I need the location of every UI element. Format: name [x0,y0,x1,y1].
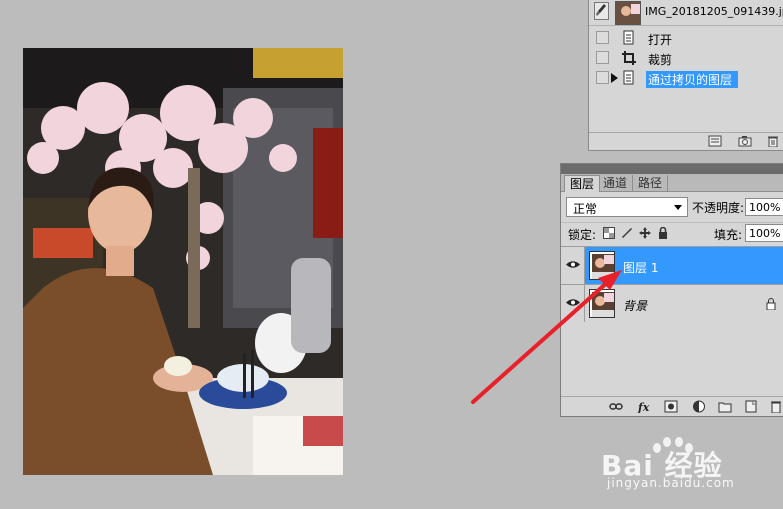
camera-snapshot-icon[interactable] [738,135,752,147]
history-brush-icon [596,4,606,16]
blend-mode-value: 正常 [573,202,598,216]
baidu-watermark-logo: Bai 经验 jingyan.baidu.com [595,424,783,504]
layers-tabbar: 图层 通道 路径 [561,174,783,192]
tab-layers[interactable]: 图层 [564,175,601,192]
document-icon [623,30,634,45]
tab-paths[interactable]: 路径 [633,175,669,192]
adjustment-layer-icon[interactable] [692,400,706,413]
panel-title-bar[interactable] [561,164,783,174]
layer-row-background[interactable]: 背景 [561,284,783,322]
layers-footer: fx [561,396,783,416]
history-item-label: 打开 [648,33,673,47]
history-item-label: 裁剪 [648,53,673,67]
link-layers-icon[interactable] [609,400,623,413]
history-item-open[interactable]: 打开 [589,29,783,48]
lock-transparency-icon[interactable] [603,227,615,239]
layer-row-layer1[interactable]: 图层 1 [561,246,783,284]
tab-channels[interactable]: 通道 [598,175,634,192]
svg-text:fx: fx [637,401,650,413]
history-brush-checkbox[interactable] [596,51,609,64]
watermark-url: jingyan.baidu.com [607,476,735,490]
new-group-folder-icon[interactable] [718,400,732,413]
history-item-label: 通过拷贝的图层 [646,71,739,88]
lock-label: 锁定: [568,228,597,242]
layer-name[interactable]: 背景 [623,297,647,314]
layer-effects-fx-icon[interactable]: fx [637,400,651,413]
layers-panel: 图层 通道 路径 正常 不透明度: 100% 锁定: 填充: 100% 图层 1… [560,163,783,417]
lock-pixels-brush-icon[interactable] [621,227,633,239]
history-panel: IMG_20181205_091439.jpg 打开 裁剪 通过拷贝的图层 [588,0,783,151]
eye-icon [566,261,580,268]
opacity-label: 不透明度: [692,201,745,215]
visibility-toggle[interactable] [561,247,585,284]
history-brush-checkbox[interactable] [596,31,609,44]
history-brush-checkbox[interactable] [596,71,609,84]
new-document-from-state-icon[interactable] [708,135,722,147]
lock-all-icon[interactable] [657,227,669,239]
crop-icon [622,51,636,65]
new-layer-icon[interactable] [744,400,758,413]
visibility-toggle[interactable] [561,285,585,322]
layer-thumbnail [589,289,615,318]
lock-icon [766,298,776,310]
history-brush-source[interactable] [594,2,609,20]
document-icon [623,70,634,85]
snapshot-name: IMG_20181205_091439.jpg [645,5,783,18]
layer-name[interactable]: 图层 1 [623,259,658,276]
add-layer-mask-icon[interactable] [664,400,678,413]
fill-label: 填充: [714,228,743,242]
history-item-layer-via-copy[interactable]: 通过拷贝的图层 [589,69,783,88]
chevron-down-icon [674,205,682,210]
snapshot-thumbnail [615,1,641,25]
blend-mode-select[interactable]: 正常 [566,197,688,217]
history-state-marker-icon [611,73,618,83]
fill-input[interactable]: 100% [745,224,783,242]
document-photo[interactable] [23,48,343,475]
lock-position-move-icon[interactable] [639,227,651,239]
history-snapshot[interactable]: IMG_20181205_091439.jpg [589,0,783,26]
trash-icon[interactable] [766,135,780,147]
history-footer [589,132,783,150]
opacity-input[interactable]: 100% [745,198,783,216]
layer-thumbnail [589,251,615,280]
eye-icon [566,299,580,306]
trash-icon[interactable] [769,400,783,413]
history-item-crop[interactable]: 裁剪 [589,49,783,68]
